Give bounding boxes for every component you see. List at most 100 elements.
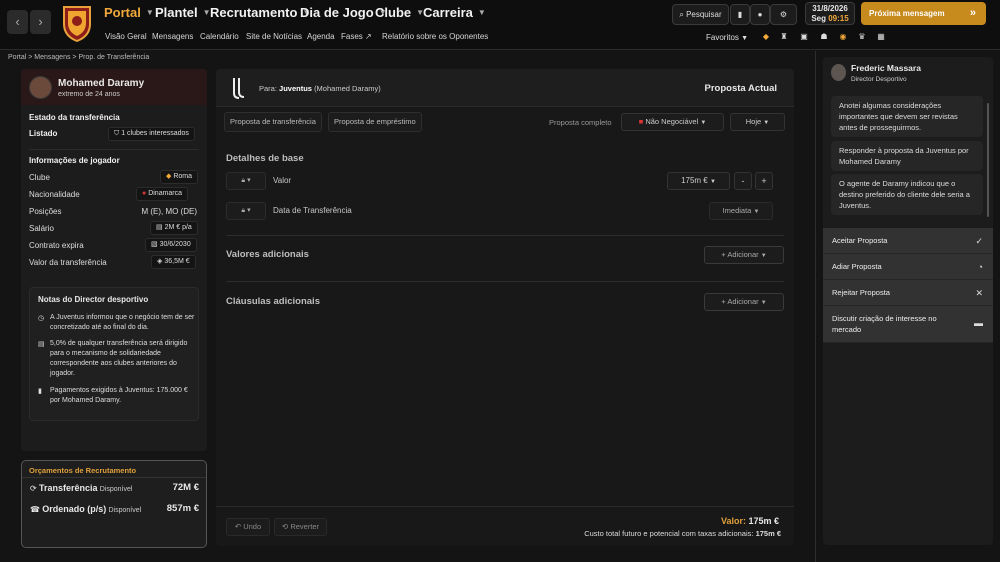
total-value: Valor: 175m € [720, 516, 779, 526]
tab-loan-proposal[interactable]: Proposta de empréstimo [328, 112, 422, 132]
note-item: 5,0% de qualquer transferência será diri… [50, 340, 188, 377]
phone-icon: ☎ [30, 505, 40, 514]
chat-scrollbar[interactable] [987, 103, 989, 217]
subnav-fases[interactable]: Fases ↗ [341, 32, 372, 41]
value-chip: ◈ 36,5M € [151, 255, 196, 269]
bookmark-icon: ▮ [737, 10, 743, 19]
coins-icon: ▤ [38, 341, 45, 348]
director-role: Director Desportivo [851, 76, 907, 83]
revert-icon: ⟲ [281, 522, 289, 531]
director-avatar[interactable] [831, 64, 846, 81]
discuss-interest-button[interactable]: Discutir criação de interesse no mercado… [823, 306, 993, 343]
breadcrumb-portal[interactable]: Portal [8, 54, 26, 61]
value-dropdown[interactable]: 175m € ▼ [667, 172, 730, 190]
player-subtitle: extremo de 24 anos [58, 91, 120, 98]
favorite-shirt-icon[interactable]: ♜ [779, 32, 789, 42]
contract-icon: ▧ [151, 241, 158, 248]
gear-icon: ⚙ [779, 10, 788, 19]
tab-transfer-proposal[interactable]: Proposta de transferência [224, 112, 322, 132]
money-icon: ▤ [156, 224, 163, 231]
date-text: 31/8/2026 [812, 4, 848, 13]
date-lock-button[interactable]: 🔒︎ ▾ [226, 202, 266, 220]
message-bubble: O agente de Daramy indicou que o destino… [831, 174, 983, 215]
accept-proposal-button[interactable]: Aceitar Proposta ✓ [823, 228, 993, 254]
value-lock-button[interactable]: 🔒︎ ▾ [226, 172, 266, 190]
weekday-text: Seg [811, 14, 826, 23]
nav-portal[interactable]: Portal ▼ [104, 5, 154, 20]
proposal-complete-label: Proposta completo [549, 118, 612, 127]
next-message-button[interactable]: Próxima mensagem» [861, 2, 986, 25]
favorite-people-icon[interactable]: ☗ [819, 32, 829, 42]
nationality-chip[interactable]: ● Dinamarca [136, 187, 189, 201]
divider [226, 281, 784, 282]
info-label-positions: Posições [29, 207, 62, 216]
subnav-relatorio-oponentes[interactable]: Relatório sobre os Oponentes [382, 32, 488, 41]
transfer-date-label: Data de Transferência [273, 206, 352, 215]
nav-carreira[interactable]: Carreira ▼ [423, 5, 486, 20]
wage-budget-value: 857m € [166, 503, 199, 514]
transfer-date-dropdown[interactable]: Imediata ▼ [709, 202, 773, 220]
forward-button[interactable]: › [30, 10, 51, 34]
club-chip[interactable]: ◆ Roma [160, 170, 199, 184]
bookmark-button[interactable]: ▮ [730, 4, 750, 25]
revert-button[interactable]: ⟲ Reverter [274, 518, 327, 536]
player-avatar[interactable] [29, 76, 52, 99]
director-chat: Frederic Massara Director Desportivo Ano… [823, 57, 993, 545]
shield-icon: ⛉ [114, 130, 120, 137]
add-value-button[interactable]: + Adicionar ▼ [704, 246, 784, 264]
add-clause-button[interactable]: + Adicionar ▼ [704, 293, 784, 311]
shortcut-button[interactable]: ● [750, 4, 770, 25]
close-icon: ✕ [975, 288, 983, 298]
proposal-footer: ↶ Undo ⟲ Reverter Valor: 175m € Custo to… [216, 506, 794, 546]
subnav-visao-geral[interactable]: Visão Geral [105, 32, 147, 41]
base-details-title: Detalhes de base [226, 153, 304, 164]
back-button[interactable]: ‹ [7, 10, 28, 34]
reject-proposal-button[interactable]: Rejeitar Proposta ✕ [823, 280, 993, 306]
player-panel: Mohamed Daramy extremo de 24 anos Estado… [21, 69, 207, 451]
notes-title: Notas do Director desportivo [38, 295, 149, 304]
document-icon: ▮ [38, 388, 42, 395]
recruitment-budget: Orçamentos de Recrutamento ⟳ Transferênc… [21, 460, 207, 548]
trophy-icon[interactable]: ♛ [857, 32, 867, 42]
proposal-header-title: Proposta Actual [704, 83, 778, 94]
favorite-card-icon[interactable]: ▣ [799, 32, 809, 42]
favorites-dropdown[interactable]: Favoritos ▼ [706, 33, 748, 42]
info-label-value: Valor da transferência [29, 258, 107, 267]
info-label-club: Clube [29, 173, 50, 182]
breadcrumb-current: Prop. de Transferência [78, 54, 150, 61]
nav-plantel[interactable]: Plantel ▼ [155, 5, 211, 20]
subnav-mensagens[interactable]: Mensagens [152, 32, 193, 41]
subnav-agenda[interactable]: Agenda [307, 32, 335, 41]
breadcrumb-mensagens[interactable]: Mensagens [34, 54, 70, 61]
value-decrease-button[interactable]: - [734, 172, 752, 190]
calendar-icon[interactable]: ▦ [876, 32, 886, 42]
clubs-interested-chip[interactable]: ⛉ 1 clubes interessados [108, 127, 195, 141]
refresh-icon: ⟳ [30, 484, 37, 493]
subnav-calendario[interactable]: Calendário [200, 32, 239, 41]
delay-proposal-button[interactable]: Adiar Proposta ◔ [823, 254, 993, 280]
info-label-salary: Salário [29, 224, 54, 233]
padlock-icon: 🔒︎ [241, 177, 246, 184]
nav-clube[interactable]: Clube ▼ [375, 5, 424, 20]
subnav-site-noticias[interactable]: Site de Notícias [246, 32, 302, 41]
positions-value: M (E), MO (DE) [141, 207, 197, 216]
checkmark-icon: ✓ [975, 236, 983, 246]
settings-button[interactable]: ⚙ [770, 4, 797, 25]
favorite-crest-icon[interactable]: ◆ [761, 32, 771, 42]
favorite-badge-icon[interactable]: ◉ [838, 32, 848, 42]
negotiable-dropdown[interactable]: ■ Não Negociável ▼ [621, 113, 724, 131]
undo-button[interactable]: ↶ Undo [226, 518, 270, 536]
external-link-icon: ↗ [365, 32, 372, 41]
nav-recrutamento[interactable]: Recrutamento ▼ [210, 5, 310, 20]
juventus-logo-icon[interactable] [231, 77, 247, 99]
player-name[interactable]: Mohamed Daramy [58, 78, 144, 89]
listed-label: Listado [29, 129, 58, 138]
search-button[interactable]: ⌕ Pesquisar [672, 4, 729, 25]
club-crest-icon[interactable] [61, 4, 93, 42]
undo-icon: ↶ [234, 522, 242, 531]
nav-dia-de-jogo[interactable]: Dia de Jogo ▼ [300, 5, 387, 20]
when-dropdown[interactable]: Hoje ▼ [730, 113, 785, 131]
value-increase-button[interactable]: + [755, 172, 773, 190]
date-display: 31/8/2026 Seg 09:15 [805, 2, 855, 25]
proposal-header: Para: Juventus (Mohamed Daramy) Proposta… [216, 69, 794, 107]
